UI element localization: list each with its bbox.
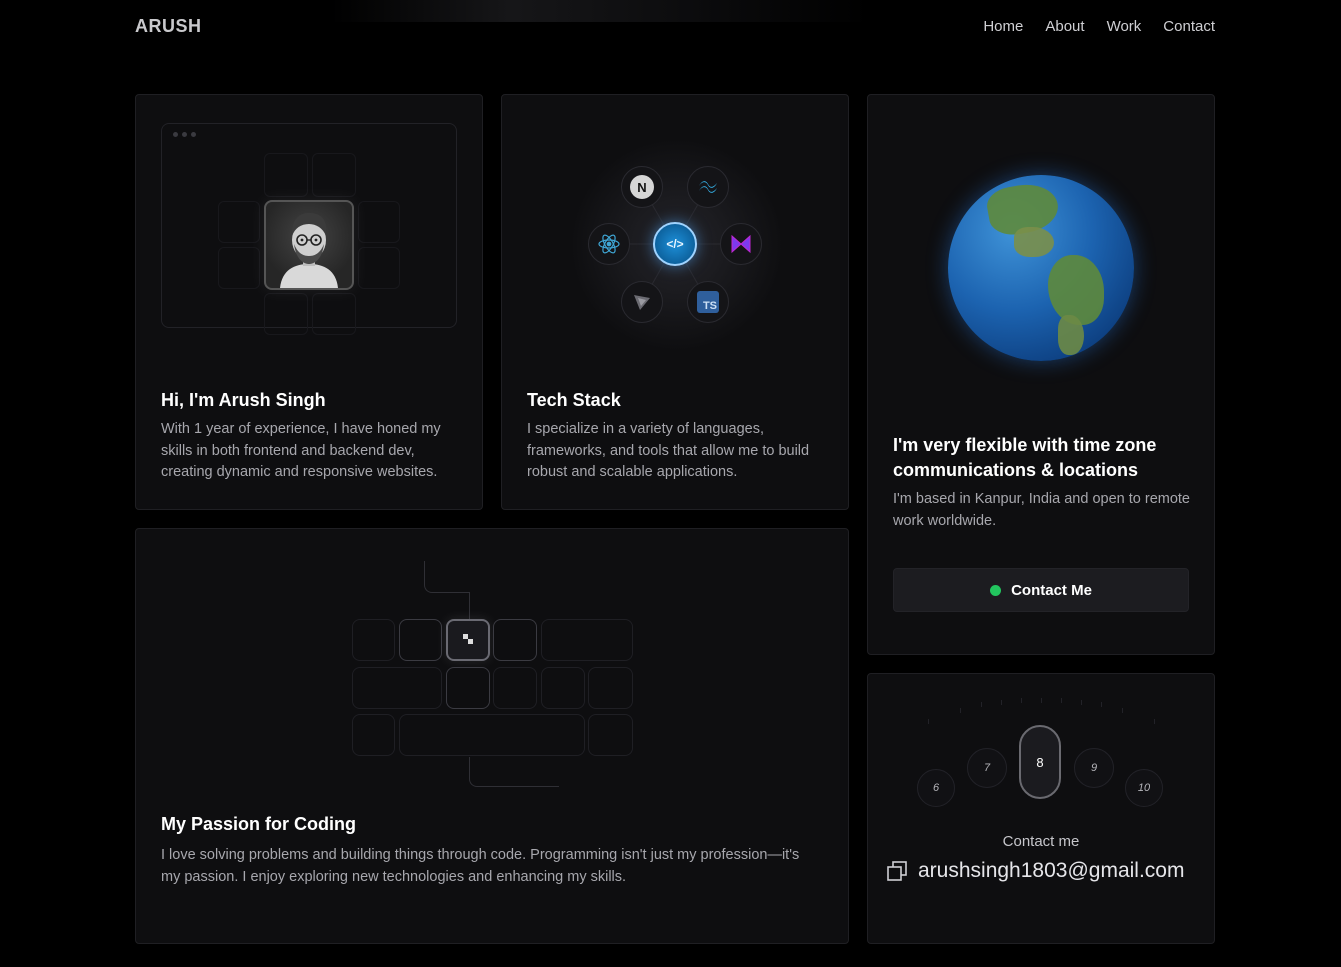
- grid-cell: [264, 153, 308, 197]
- tech-stack-card: N </> TS Tech Stack I specialize in a va…: [501, 94, 849, 510]
- nav-link-work[interactable]: Work: [1107, 18, 1142, 35]
- dial-tick: [928, 719, 929, 724]
- dial-tick: [1081, 700, 1082, 705]
- dial-tick: [1154, 719, 1155, 724]
- dial-tick: [1061, 698, 1062, 703]
- dial-button[interactable]: 9: [1074, 748, 1114, 788]
- location-card: I'm very flexible with time zone communi…: [867, 94, 1215, 655]
- typescript-icon-label: TS: [697, 291, 719, 313]
- nav-link-home[interactable]: Home: [983, 18, 1023, 35]
- globe-land: [1048, 255, 1104, 325]
- intro-title: Hi, I'm Arush Singh: [161, 390, 326, 410]
- circuit-wire: [424, 561, 470, 593]
- contact-me-label: Contact Me: [1011, 581, 1092, 599]
- nextjs-icon-label: N: [630, 175, 654, 199]
- keyboard-key: [399, 619, 442, 661]
- tech-text: I specialize in a variety of languages, …: [527, 421, 810, 480]
- code-icon: </>: [653, 222, 697, 266]
- keyboard-key: [588, 667, 633, 709]
- circuit-wire: [469, 592, 470, 620]
- keyboard-key-active: [446, 619, 490, 661]
- tailwind-icon: [687, 166, 729, 208]
- grid-cell: [312, 153, 356, 197]
- intro-card: Hi, I'm Arush Singh With 1 year of exper…: [135, 94, 483, 510]
- tech-title: Tech Stack: [527, 390, 621, 410]
- dial-tick: [981, 702, 982, 707]
- keyboard-key: [541, 667, 585, 709]
- grid-cell: [358, 201, 400, 243]
- react-icon: [588, 223, 630, 265]
- keyboard-key: [493, 619, 537, 661]
- framer-icon: [720, 223, 762, 265]
- site-logo[interactable]: ARUSH: [135, 16, 202, 37]
- dial-tick: [1001, 700, 1002, 705]
- typescript-icon: TS: [687, 281, 729, 323]
- status-dot: [990, 584, 1002, 596]
- email-address[interactable]: arushsingh1803@gmail.com: [918, 859, 1184, 883]
- keyboard-key: [352, 619, 395, 661]
- circuit-wire: [469, 757, 559, 787]
- dial-tick: [1041, 698, 1042, 703]
- nav-link-about[interactable]: About: [1045, 18, 1084, 35]
- copy-icon[interactable]: [886, 860, 908, 882]
- keyboard-spacebar: [399, 714, 585, 756]
- keyboard-key: [352, 714, 395, 756]
- grid-cell: [312, 293, 356, 335]
- keyboard-key: [541, 619, 633, 661]
- intro-text: With 1 year of experience, I have honed …: [161, 421, 441, 480]
- dial-button[interactable]: 7: [967, 748, 1007, 788]
- keyboard-key: [493, 667, 537, 709]
- dial-tick: [1021, 698, 1022, 703]
- window-dots: [173, 132, 196, 137]
- contact-me-button[interactable]: Contact Me: [893, 568, 1189, 612]
- nav-link-contact[interactable]: Contact: [1163, 18, 1215, 35]
- avatar: [264, 200, 354, 290]
- keyboard-key: [588, 714, 633, 756]
- globe-land: [1058, 315, 1084, 355]
- dial-tick: [1101, 702, 1102, 707]
- contact-label: Contact me: [1002, 833, 1080, 850]
- grid-cell: [218, 201, 260, 243]
- dial-tick: [960, 708, 961, 713]
- grid-cell: [218, 247, 260, 289]
- grid-cell: [358, 247, 400, 289]
- passion-text: I love solving problems and building thi…: [161, 847, 800, 885]
- contact-card: 6 7 8 9 10 Contact me arushsingh1803@gma…: [867, 673, 1215, 944]
- globe-icon: [948, 175, 1134, 361]
- keyboard-key: [352, 667, 442, 709]
- navbar: ARUSH Home About Work Contact: [0, 0, 1341, 56]
- vite-icon: [621, 281, 663, 323]
- nav-links: Home About Work Contact: [983, 18, 1215, 35]
- location-title: I'm very flexible with time zone communi…: [893, 435, 1157, 480]
- copy-email[interactable]: arushsingh1803@gmail.com: [886, 859, 1184, 883]
- dial-button-selected[interactable]: 8: [1019, 725, 1061, 799]
- grid-cell: [264, 293, 308, 335]
- dial-button[interactable]: 10: [1125, 769, 1163, 807]
- location-text: I'm based in Kanpur, India and open to r…: [893, 491, 1190, 529]
- dial-tick: [1122, 708, 1123, 713]
- passion-title: My Passion for Coding: [161, 814, 357, 834]
- globe-land: [1014, 227, 1054, 257]
- dial-button[interactable]: 6: [917, 769, 955, 807]
- nextjs-icon: N: [621, 166, 663, 208]
- passion-card: My Passion for Coding I love solving pro…: [135, 528, 849, 944]
- keyboard-key: [446, 667, 490, 709]
